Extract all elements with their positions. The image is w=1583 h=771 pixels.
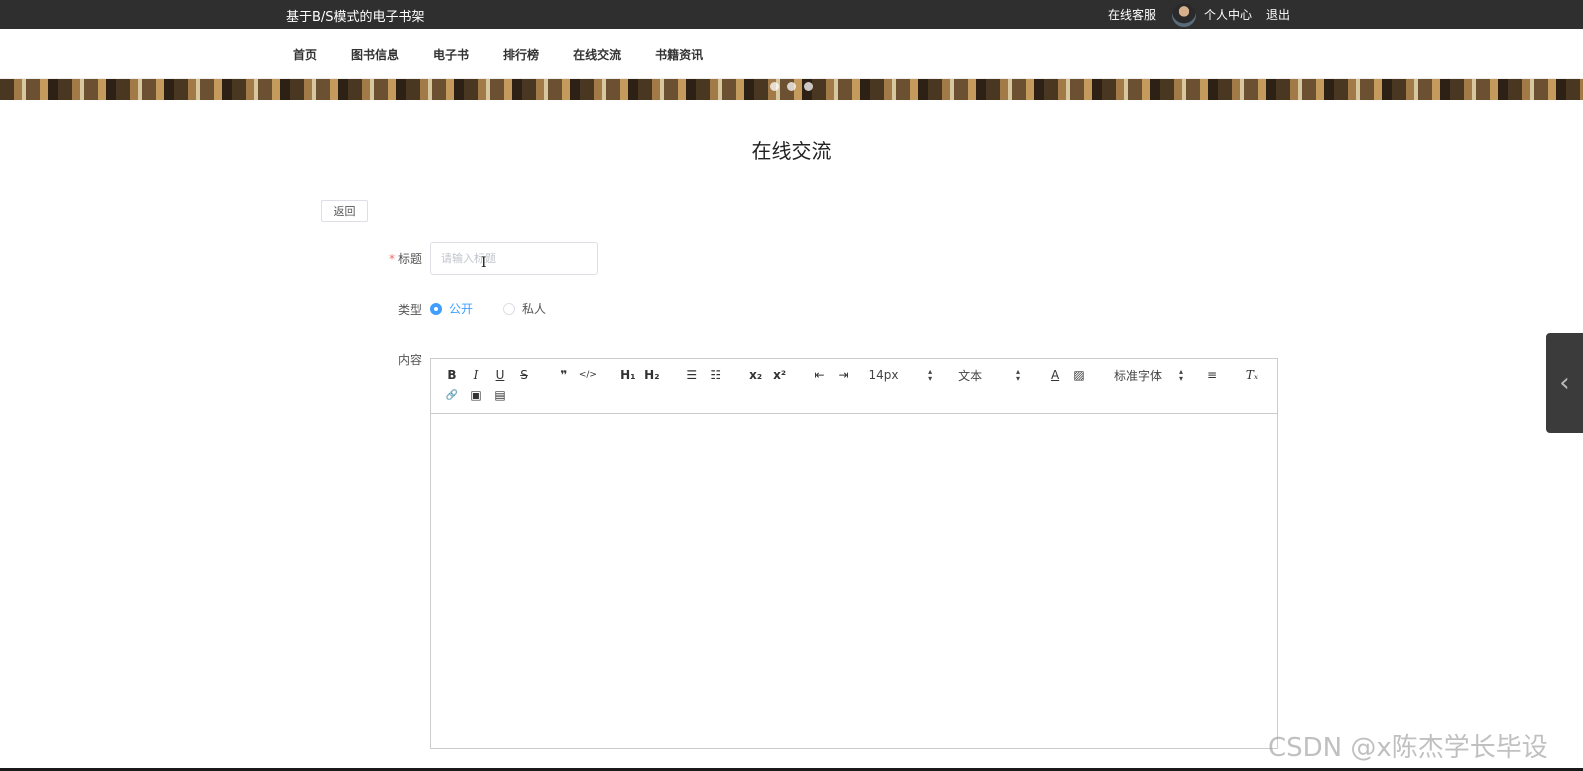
indent-button[interactable]: ⇥ [835, 365, 853, 385]
header-2-button[interactable]: H₂ [643, 365, 661, 385]
bullet-list-button[interactable]: ☷ [707, 365, 725, 385]
nav-item-news[interactable]: 书籍资讯 [655, 46, 703, 63]
title-label-text: 标题 [397, 252, 422, 266]
nav-item-book-info[interactable]: 图书信息 [351, 46, 399, 63]
banner-carousel [0, 79, 1583, 100]
header-1-button[interactable]: H₁ [619, 365, 637, 385]
carousel-dot[interactable] [787, 82, 796, 91]
nav-item-forum[interactable]: 在线交流 [573, 46, 621, 63]
logout-link[interactable]: 退出 [1266, 6, 1290, 23]
type-radio-private-label: 私人 [522, 302, 547, 316]
background-color-button[interactable]: ▨ [1070, 365, 1088, 385]
type-radio-public-label: 公开 [449, 302, 474, 316]
font-size-value: 14px [868, 368, 899, 382]
header-select-value: 文本 [958, 368, 983, 383]
editor-content-area[interactable] [431, 414, 1277, 749]
italic-button[interactable]: I [467, 365, 485, 385]
nav-bar: 首页 图书信息 电子书 排行榜 在线交流 书籍资讯 [0, 29, 1583, 79]
carousel-dot[interactable] [804, 82, 813, 91]
align-button[interactable]: ≡ [1203, 365, 1221, 385]
type-radio-private[interactable]: 私人 [503, 300, 546, 317]
nav-item-ebook[interactable]: 电子书 [433, 46, 469, 63]
top-bar: 基于B/S模式的电子书架 在线客服 个人中心 退出 [0, 0, 1583, 29]
clean-format-button[interactable]: Tₓ [1243, 365, 1261, 385]
font-size-select[interactable]: 14px ▴ ▾ [868, 367, 933, 383]
font-family-value: 标准字体 [1114, 368, 1163, 383]
image-button[interactable]: ▣ [467, 385, 485, 405]
main-nav: 首页 图书信息 电子书 排行榜 在线交流 书籍资讯 [293, 29, 737, 79]
carousel-indicators [770, 82, 821, 91]
select-arrows-icon: ▴ ▾ [1178, 367, 1183, 383]
online-service-link[interactable]: 在线客服 [1108, 6, 1156, 23]
carousel-dot[interactable] [770, 82, 779, 91]
blockquote-button[interactable]: ❞ [555, 365, 573, 385]
select-arrows-icon: ▴ ▾ [928, 367, 933, 383]
radio-checked-icon [430, 302, 442, 315]
header-select[interactable]: 文本 ▴ ▾ [958, 367, 1020, 384]
top-right-links: 在线客服 个人中心 退出 [1108, 0, 1290, 29]
font-color-button[interactable]: A [1046, 365, 1064, 385]
title-input[interactable] [430, 242, 598, 275]
subscript-button[interactable]: x₂ [747, 365, 765, 385]
side-panel-toggle[interactable]: ‹ [1546, 333, 1583, 433]
link-button[interactable]: 🔗 [443, 385, 461, 405]
nav-item-ranking[interactable]: 排行榜 [503, 46, 539, 63]
site-title: 基于B/S模式的电子书架 [286, 10, 425, 25]
editor-toolbar: B I U S ❞ </> H₁ H₂ ☰ ☷ x₂ x² ⇤ ⇥ 14px ▴… [431, 359, 1277, 414]
profile-link[interactable]: 个人中心 [1204, 6, 1252, 23]
chevron-left-icon: ‹ [1559, 368, 1570, 398]
avatar[interactable] [1172, 2, 1197, 27]
nav-item-home[interactable]: 首页 [293, 46, 317, 63]
strike-button[interactable]: S [515, 365, 533, 385]
video-button[interactable]: ▤ [491, 385, 509, 405]
type-label: 类型 [397, 303, 422, 317]
type-radio-public[interactable]: 公开 [430, 300, 473, 317]
back-button[interactable]: 返回 [321, 200, 368, 222]
title-label: * 标题 [342, 250, 422, 267]
underline-button[interactable]: U [491, 365, 509, 385]
code-block-button[interactable]: </> [579, 365, 597, 385]
type-radio-group: 公开 私人 [430, 300, 576, 317]
text-cursor-icon: I [481, 255, 487, 271]
superscript-button[interactable]: x² [771, 365, 789, 385]
bold-button[interactable]: B [443, 365, 461, 385]
rich-text-editor: B I U S ❞ </> H₁ H₂ ☰ ☷ x₂ x² ⇤ ⇥ 14px ▴… [430, 358, 1278, 749]
radio-unchecked-icon [503, 302, 516, 315]
select-arrows-icon: ▴ ▾ [1016, 367, 1021, 383]
page-title: 在线交流 [751, 139, 832, 163]
required-mark: * [388, 252, 395, 266]
watermark: CSDN @x陈杰学长毕设 [1268, 733, 1548, 763]
font-family-select[interactable]: 标准字体 ▴ ▾ [1114, 367, 1183, 384]
content-label: 内容 [397, 353, 422, 367]
ordered-list-button[interactable]: ☰ [683, 365, 701, 385]
outdent-button[interactable]: ⇤ [811, 365, 829, 385]
